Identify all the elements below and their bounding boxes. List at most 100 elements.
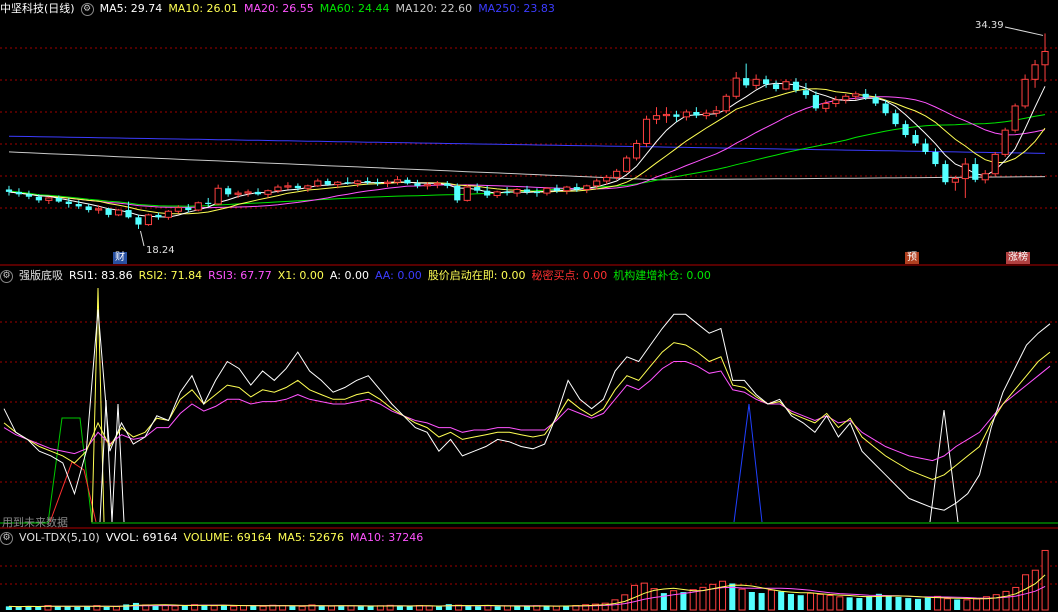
future-data-watermark: 用到未来数据	[2, 516, 68, 529]
volume-bar	[425, 605, 433, 611]
volume-bar	[954, 599, 961, 610]
candle-body	[15, 191, 23, 195]
signal-line-green	[0, 417, 1058, 524]
volume-bar	[866, 596, 873, 610]
event-tag-top-gainers[interactable]: 涨榜	[1006, 252, 1030, 264]
volume-bar	[103, 606, 110, 610]
volume-bar	[367, 606, 374, 610]
settings-icon[interactable]: ⚙	[0, 531, 13, 545]
candle-body	[951, 178, 959, 183]
volume-title: VOL-TDX(5,10)	[19, 531, 100, 544]
candle-body	[383, 181, 392, 184]
candle-body	[304, 185, 312, 189]
candle-body	[852, 93, 860, 97]
candle-body	[214, 187, 222, 205]
volume-bar	[914, 598, 922, 610]
signal-line-blue	[733, 403, 763, 523]
volume-bar	[123, 604, 130, 610]
settings-icon[interactable]: ⚙	[80, 2, 94, 16]
candle-body	[144, 214, 153, 226]
candle-body	[922, 143, 929, 152]
volume-legend-item-2: MA5: 52676	[277, 531, 345, 544]
rsi-legend-item-0: RSI1: 83.86	[69, 269, 133, 282]
volume-panel[interactable]	[5, 549, 1049, 611]
event-tag-finance[interactable]: 财	[113, 252, 127, 264]
volume-bar	[816, 593, 824, 611]
stock-chart[interactable]	[0, 0, 1058, 612]
volume-panel-header: ⚙ VOL-TDX(5,10) VVOL: 69164 VOLUME: 69164 MA…	[0, 530, 429, 546]
volume-bar	[1012, 586, 1020, 611]
candle-body	[164, 210, 172, 218]
volume-bar	[885, 595, 892, 610]
candle-body	[533, 191, 541, 194]
candle-body	[882, 103, 889, 114]
volume-bar	[552, 605, 560, 611]
candle-body	[35, 196, 42, 201]
candle-body	[792, 81, 800, 91]
candle-body	[1031, 64, 1039, 80]
rsi-legend-item-7: 秘密买点: 0.00	[531, 269, 608, 282]
volume-bar	[1002, 590, 1010, 611]
volume-bar	[279, 605, 287, 611]
candle-body	[613, 170, 621, 178]
rsi-panel[interactable]	[0, 287, 1058, 524]
volume-bar	[640, 582, 648, 611]
rsi-legend-item-6: 股价启动在即: 0.00	[427, 269, 526, 282]
volume-bar	[973, 598, 981, 611]
volume-bar	[201, 605, 208, 610]
candle-body	[55, 197, 62, 202]
volume-bar	[327, 605, 336, 611]
volume-bar	[15, 606, 22, 610]
low-price-arrow	[139, 230, 145, 247]
event-tag-forecast[interactable]: 预	[905, 252, 919, 264]
volume-bar	[934, 595, 942, 611]
volume-bar	[494, 606, 501, 610]
rsi-legend-item-8: 机构建增补仓: 0.00	[613, 269, 711, 282]
rsi-line-rsi1	[3, 309, 1051, 511]
volume-bar	[230, 605, 238, 611]
candle-body	[294, 185, 301, 189]
high-price-label: 34.39	[975, 20, 1004, 31]
candle-body	[842, 95, 850, 101]
volume-bar	[778, 591, 785, 610]
volume-bar	[895, 596, 902, 610]
rsi-line-rsi2	[3, 342, 1051, 481]
volume-bar	[826, 595, 834, 611]
volume-bar	[905, 598, 912, 610]
candle-body	[5, 189, 13, 192]
volume-bar	[738, 588, 746, 611]
volume-bar	[357, 606, 364, 610]
candle-body	[603, 176, 611, 182]
candle-body	[832, 99, 840, 105]
volume-bar	[846, 597, 853, 610]
candle-body	[284, 185, 292, 188]
candle-body	[762, 79, 770, 85]
candle-body	[474, 187, 481, 191]
volume-bar	[298, 605, 306, 611]
volume-bar	[1022, 574, 1030, 611]
candle-body	[673, 114, 680, 117]
candle-body	[374, 182, 381, 184]
volume-bar	[318, 605, 325, 610]
volume-bar	[35, 606, 42, 610]
volume-bar	[396, 605, 403, 610]
candle-body	[264, 190, 272, 195]
candle-body	[125, 210, 132, 218]
rsi-panel-header: ⚙ 强版底吸 RSI1: 83.86 RSI2: 71.84 RSI3: 67.77 X1…	[0, 268, 717, 284]
candle-body	[404, 179, 411, 184]
price-panel[interactable]	[5, 26, 1049, 247]
volume-bar	[54, 606, 61, 610]
ma-legend-item-3: MA60: 24.44	[319, 2, 390, 15]
candle-body	[573, 187, 580, 190]
candle-body	[105, 208, 112, 215]
volume-bar	[806, 592, 815, 611]
volume-bar	[250, 605, 257, 610]
candle-body	[932, 151, 939, 165]
high-price-arrow	[1004, 26, 1044, 36]
ma-legend-item-1: MA10: 26.01	[168, 2, 239, 15]
stock-title: 中坚科技(日线)	[0, 2, 75, 15]
settings-icon[interactable]: ⚙	[0, 269, 13, 283]
candle-body	[862, 93, 869, 98]
candle-body	[433, 182, 441, 186]
volume-legend-item-3: MA10: 37246	[350, 531, 424, 544]
